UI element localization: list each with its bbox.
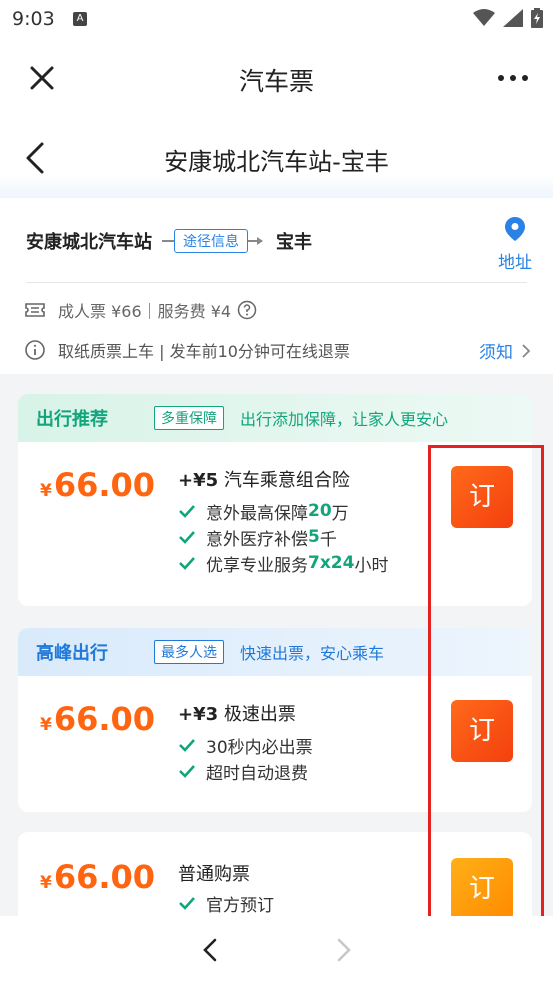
nav-forward-icon[interactable] [330, 934, 358, 966]
more-icon[interactable] [495, 64, 531, 92]
notification-icon: A [73, 12, 87, 26]
product-head-title: 出行推荐 [36, 409, 108, 430]
plan-name: 汽车乘意组合险 [218, 470, 350, 491]
plan-name: 极速出票 [218, 704, 296, 725]
product-head-slogan: 快速出票，安心乘车 [240, 644, 385, 663]
list-item: 优享专业服务 7x24 小时 [178, 550, 388, 576]
wifi-icon [473, 9, 495, 26]
ticket-icon [25, 303, 45, 317]
price-value: 66.00 [53, 700, 156, 738]
fare-row: 成人票 ¥66｜服务费 ¥4 [24, 298, 257, 322]
station-row: 安康城北汽车站 途径信息 宝丰 [26, 228, 312, 254]
app-title: 汽车票 [238, 67, 314, 96]
address-button[interactable]: 地址 [495, 216, 535, 273]
bullet-highlight: 20 [308, 501, 332, 521]
notice-link-label: 须知 [479, 343, 513, 363]
bullet-suffix: 小时 [354, 555, 389, 576]
product-head: 出行推荐 多重保障 出行添加保障，让家人更安心 [18, 394, 532, 442]
via-info-button[interactable]: 途径信息 [174, 229, 248, 253]
via-arrow [248, 237, 263, 245]
via-line [162, 240, 174, 242]
signal-icon [503, 9, 523, 27]
to-station: 宝丰 [276, 232, 312, 253]
price: ¥66.00 [40, 858, 155, 896]
price-value: 66.00 [53, 466, 156, 504]
bullet-text: 意外最高保障 [206, 503, 308, 524]
bullet-suffix: 万 [331, 503, 349, 524]
battery-icon [531, 8, 543, 28]
currency-symbol: ¥ [40, 715, 52, 735]
bullet-text: 官方预订 [206, 895, 274, 916]
fare-text: 成人票 ¥66｜服务费 ¥4 [58, 302, 232, 321]
list-item: 官方预订 [178, 890, 274, 916]
plan-title: 普通购票 [178, 864, 250, 885]
currency-symbol: ¥ [40, 481, 52, 501]
bullet-suffix: 千 [319, 529, 337, 550]
route-header: 安康城北汽车站-宝丰 [0, 118, 553, 198]
list-item: 30秒内必出票 [178, 732, 313, 758]
notice-text: 取纸质票上车 | 发车前10分钟可在线退票 [58, 342, 350, 361]
plan-title: +¥5 汽车乘意组合险 [178, 466, 350, 492]
price-value: 66.00 [53, 858, 156, 896]
question-icon[interactable] [237, 300, 257, 320]
bullet-list: 官方预订 [178, 890, 274, 916]
bullet-highlight: 7x24 [308, 553, 355, 573]
status-bar: 9:03 A [0, 0, 553, 38]
notice-row: 取纸质票上车 | 发车前10分钟可在线退票 须知 [24, 338, 531, 363]
price: ¥66.00 [40, 466, 155, 504]
product-head-tag: 多重保障 [154, 406, 224, 430]
bullet-text: 优享专业服务 [206, 555, 308, 576]
bullet-text: 超时自动退费 [206, 763, 308, 784]
bullet-text: 30秒内必出票 [206, 737, 313, 758]
check-icon [179, 531, 195, 544]
list-item: 意外最高保障 20 万 [178, 498, 388, 524]
location-pin-icon [505, 217, 525, 241]
bullet-list: 30秒内必出票 超时自动退费 [178, 732, 313, 784]
route-info-card: 安康城北汽车站 途径信息 宝丰 地址 成人票 ¥66｜服务费 ¥4 取纸质票上车… [0, 202, 553, 374]
address-label: 地址 [498, 253, 532, 273]
chevron-right-icon [522, 343, 531, 358]
check-icon [179, 739, 195, 752]
notice-link[interactable]: 须知 [479, 338, 531, 363]
bullet-text: 意外医疗补偿 [206, 529, 308, 550]
info-icon [25, 340, 45, 360]
from-station: 安康城北汽车站 [26, 232, 152, 253]
list-item: 超时自动退费 [178, 758, 313, 784]
currency-symbol: ¥ [40, 873, 52, 893]
route-title: 安康城北汽车站-宝丰 [164, 148, 389, 176]
check-icon [179, 557, 195, 570]
divider [26, 282, 527, 283]
product-head-tag: 最多人选 [154, 640, 224, 664]
product-head-slogan: 出行添加保障，让家人更安心 [240, 410, 449, 429]
bullet-list: 意外最高保障 20 万 意外医疗补偿 5 千 优享专业服务 7x24 小时 [178, 498, 388, 576]
highlight-box [428, 445, 544, 931]
bullet-highlight: 5 [308, 527, 320, 547]
via-info[interactable]: 途径信息 [162, 229, 263, 253]
nav-back-icon[interactable] [196, 934, 224, 966]
price: ¥66.00 [40, 700, 155, 738]
check-icon [179, 897, 195, 910]
plan-prefix: +¥3 [178, 704, 219, 725]
plan-prefix: +¥5 [178, 470, 219, 491]
check-icon [179, 505, 195, 518]
bottom-nav [0, 916, 553, 984]
check-icon [179, 765, 195, 778]
list-item: 意外医疗补偿 5 千 [178, 524, 388, 550]
product-head-title: 高峰出行 [36, 643, 108, 664]
app-header: 汽车票 [0, 38, 553, 118]
status-icons [473, 8, 543, 28]
status-time: 9:03 [12, 8, 55, 30]
plan-title: +¥3 极速出票 [178, 700, 296, 726]
